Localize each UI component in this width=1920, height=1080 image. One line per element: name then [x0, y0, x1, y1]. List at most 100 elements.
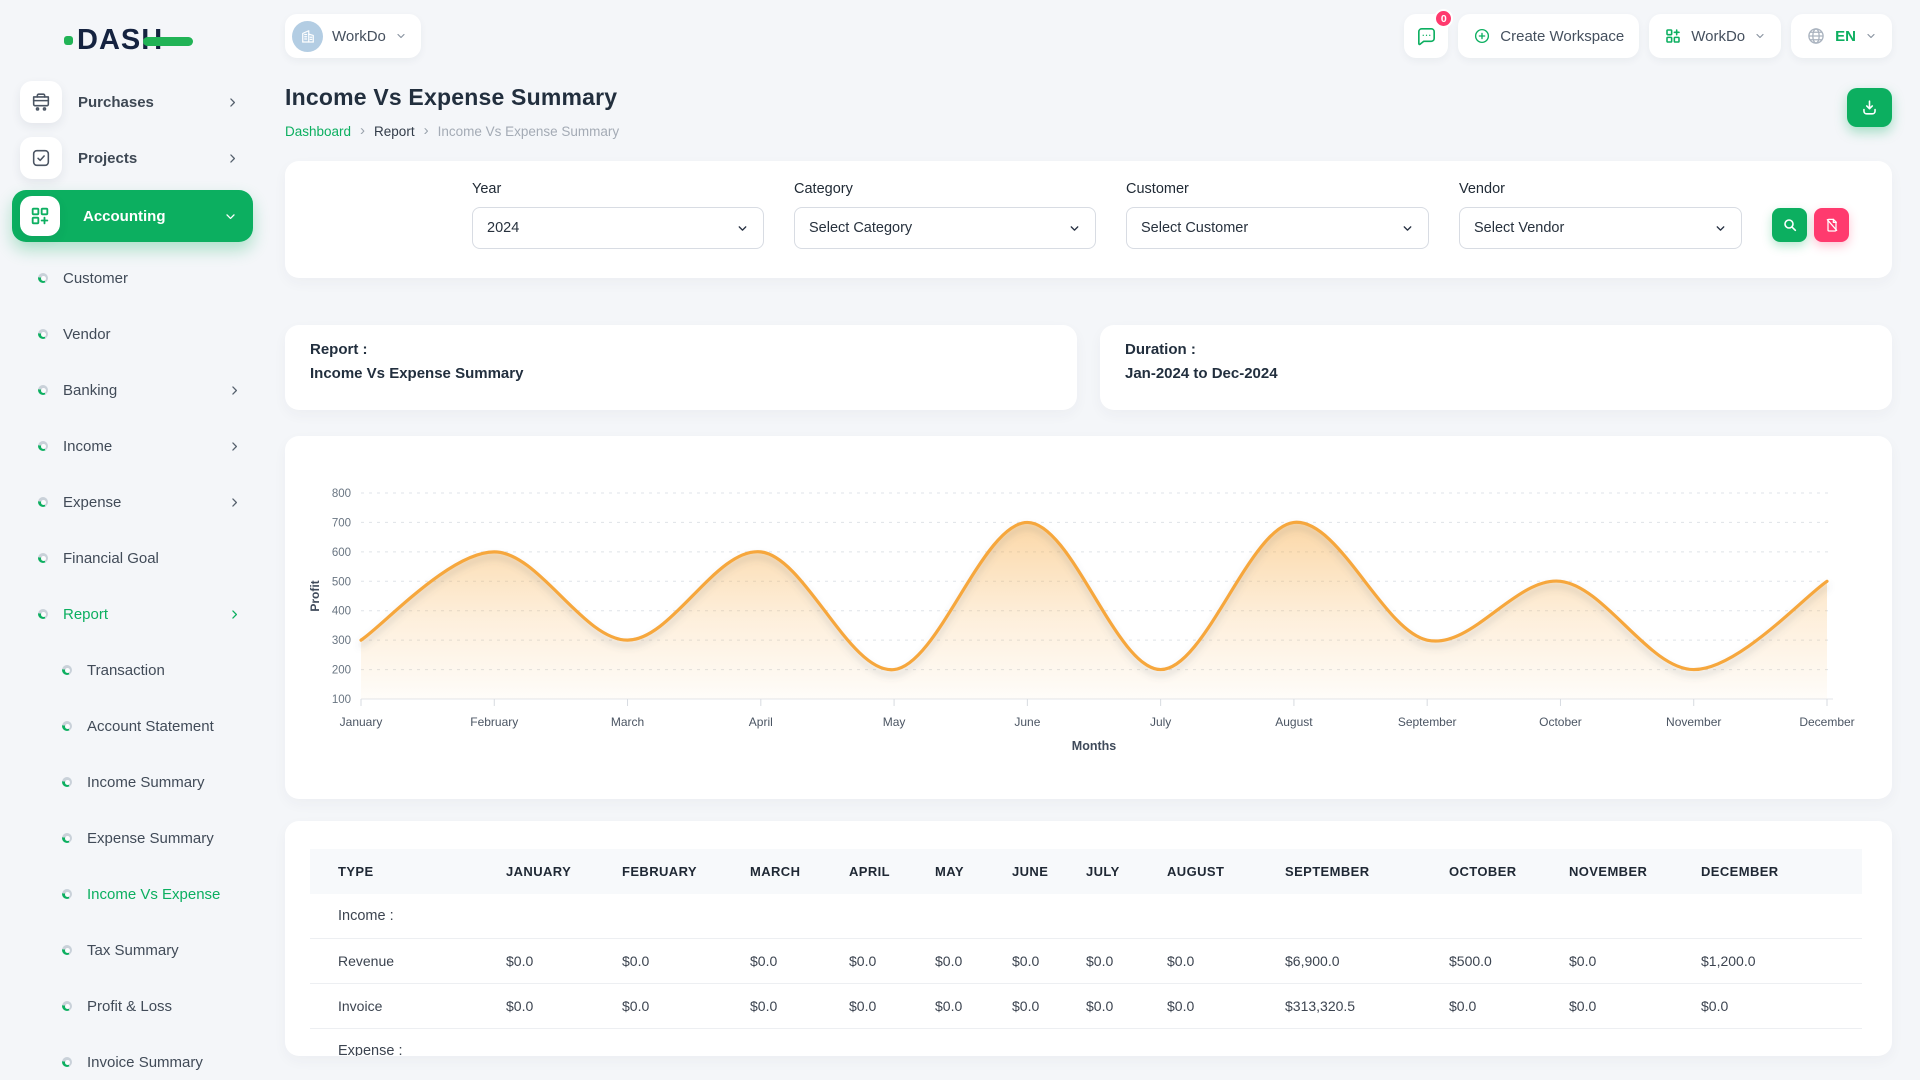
sidebar-item-account-statement[interactable]: Account Statement: [0, 702, 265, 750]
download-button[interactable]: [1847, 88, 1892, 127]
cart-icon: [20, 81, 62, 123]
table-header-cell: JULY: [1086, 849, 1167, 894]
sidebar-item-label: Financial Goal: [63, 550, 159, 567]
breadcrumb-item-dashboard[interactable]: Dashboard: [285, 124, 351, 139]
report-card-title: Report :: [310, 341, 1052, 358]
sidebar-item-label: Report: [63, 606, 108, 623]
row-label: Revenue: [310, 939, 506, 984]
grid-plus-icon: [1664, 27, 1682, 45]
customer-value: Select Customer: [1141, 220, 1248, 236]
sidebar-item-expense[interactable]: Expense: [0, 478, 265, 526]
svg-text:Months: Months: [1072, 739, 1116, 753]
donut-bullet-icon: [62, 833, 72, 843]
sidebar-item-vendor[interactable]: Vendor: [0, 310, 265, 358]
search-button[interactable]: [1772, 208, 1807, 242]
chevron-right-icon: [228, 608, 241, 621]
svg-text:September: September: [1398, 715, 1457, 729]
sidebar-item-report[interactable]: Report: [0, 590, 265, 638]
donut-bullet-icon: [62, 1057, 72, 1067]
sidebar-item-label: Expense: [63, 494, 121, 511]
logo-dash-icon: [143, 37, 193, 46]
table-header-cell: AUGUST: [1167, 849, 1285, 894]
table-header-row: TYPEJANUARYFEBRUARYMARCHAPRILMAYJUNEJULY…: [310, 849, 1862, 894]
search-icon: [1782, 217, 1798, 233]
vendor-select[interactable]: Select Vendor: [1459, 207, 1742, 249]
category-label: Category: [794, 181, 1096, 197]
year-field: Year 2024: [472, 181, 764, 249]
create-workspace-button[interactable]: Create Workspace: [1458, 14, 1639, 58]
filter-card: Year 2024 Category Select Category Custo…: [285, 161, 1892, 278]
table-cell: $0.0: [750, 984, 849, 1029]
sidebar-item-label: Profit & Loss: [87, 998, 172, 1015]
category-select[interactable]: Select Category: [794, 207, 1096, 249]
table-header-cell: MAY: [935, 849, 1012, 894]
workdo-apps-button[interactable]: WorkDo: [1649, 14, 1781, 58]
app-root: DASH Purchases Projects Accounting Customer…: [0, 0, 1920, 1080]
table-header-cell: NOVEMBER: [1569, 849, 1701, 894]
language-selector[interactable]: EN: [1791, 14, 1892, 58]
sidebar-item-projects[interactable]: Projects: [0, 134, 265, 182]
sidebar-item-label: Vendor: [63, 326, 111, 343]
breadcrumb-item-report[interactable]: Report: [374, 124, 415, 139]
sidebar-item-income-vs-expense[interactable]: Income Vs Expense: [0, 870, 265, 918]
sidebar-item-financial-goal[interactable]: Financial Goal: [0, 534, 265, 582]
notification-badge: 0: [1434, 9, 1453, 28]
table-cell: $0.0: [1012, 984, 1086, 1029]
svg-text:Profit: Profit: [308, 580, 322, 611]
sidebar-item-label: Purchases: [78, 94, 154, 111]
donut-bullet-icon: [38, 497, 48, 507]
table-cell: $0.0: [750, 939, 849, 984]
table-cell: $0.0: [1012, 939, 1086, 984]
donut-bullet-icon: [38, 553, 48, 563]
sidebar-item-label: Banking: [63, 382, 117, 399]
table-cell: $0.0: [1449, 984, 1569, 1029]
sidebar: DASH Purchases Projects Accounting Customer…: [0, 0, 265, 1080]
category-field: Category Select Category: [794, 181, 1096, 249]
sidebar-item-banking[interactable]: Banking: [0, 366, 265, 414]
chevron-right-icon: [228, 440, 241, 453]
svg-text:800: 800: [332, 488, 351, 500]
table-header-cell: JUNE: [1012, 849, 1086, 894]
chevron-down-icon: [395, 30, 407, 42]
sidebar-item-label: Income Vs Expense: [87, 886, 220, 903]
chevron-right-icon: [228, 384, 241, 397]
sidebar-item-customer[interactable]: Customer: [0, 254, 265, 302]
reset-button[interactable]: [1814, 208, 1849, 242]
table-header-cell: DECEMBER: [1701, 849, 1862, 894]
customer-select[interactable]: Select Customer: [1126, 207, 1429, 249]
year-select[interactable]: 2024: [472, 207, 764, 249]
download-icon: [1860, 98, 1879, 117]
sidebar-item-income-summary[interactable]: Income Summary: [0, 758, 265, 806]
sidebar-item-accounting[interactable]: Accounting: [12, 190, 253, 242]
sidebar-item-income[interactable]: Income: [0, 422, 265, 470]
svg-text:400: 400: [332, 606, 351, 618]
sidebar-item-label: Customer: [63, 270, 128, 287]
sidebar-item-label: Tax Summary: [87, 942, 179, 959]
chevron-down-icon: [1068, 222, 1081, 235]
svg-text:May: May: [883, 715, 906, 729]
sidebar-item-expense-summary[interactable]: Expense Summary: [0, 814, 265, 862]
duration-card: Duration : Jan-2024 to Dec-2024: [1100, 325, 1892, 410]
messages-button[interactable]: 0: [1404, 14, 1448, 58]
sidebar-item-profit-loss[interactable]: Profit & Loss: [0, 982, 265, 1030]
vendor-label: Vendor: [1459, 181, 1742, 197]
sidebar-item-invoice-summary[interactable]: Invoice Summary: [0, 1038, 265, 1080]
vendor-field: Vendor Select Vendor: [1459, 181, 1742, 249]
workspace-selector[interactable]: WorkDo: [285, 14, 421, 58]
section-label: Expense :: [310, 1029, 1862, 1057]
table-cell: $0.0: [1569, 984, 1701, 1029]
svg-text:100: 100: [332, 694, 351, 706]
table-header-cell: MARCH: [750, 849, 849, 894]
sidebar-item-transaction[interactable]: Transaction: [0, 646, 265, 694]
sidebar-item-tax-summary[interactable]: Tax Summary: [0, 926, 265, 974]
svg-text:July: July: [1150, 715, 1171, 729]
sidebar-item-label: Income Summary: [87, 774, 205, 791]
donut-bullet-icon: [38, 385, 48, 395]
sidebar-item-purchases[interactable]: Purchases: [0, 78, 265, 126]
table-cell: $500.0: [1449, 939, 1569, 984]
filter-actions: [1772, 208, 1849, 242]
report-card-value: Income Vs Expense Summary: [310, 365, 1052, 382]
app-logo[interactable]: DASH: [64, 20, 265, 60]
language-code: EN: [1835, 28, 1856, 45]
sidebar-item-label: Projects: [78, 150, 137, 167]
